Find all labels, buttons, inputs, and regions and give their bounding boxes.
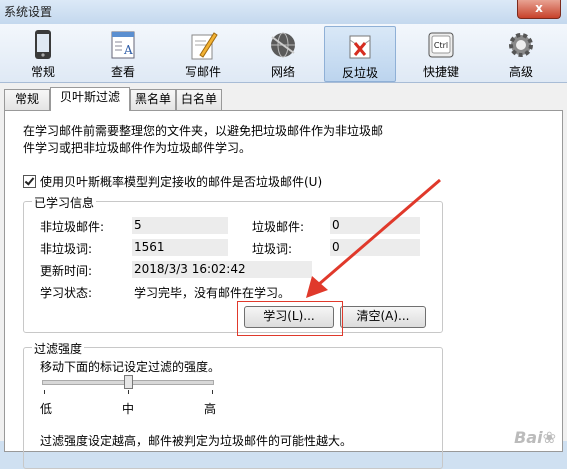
tab-bayes-filter[interactable]: 贝叶斯过滤: [50, 87, 130, 111]
annotation-arrow-icon: [306, 178, 441, 298]
